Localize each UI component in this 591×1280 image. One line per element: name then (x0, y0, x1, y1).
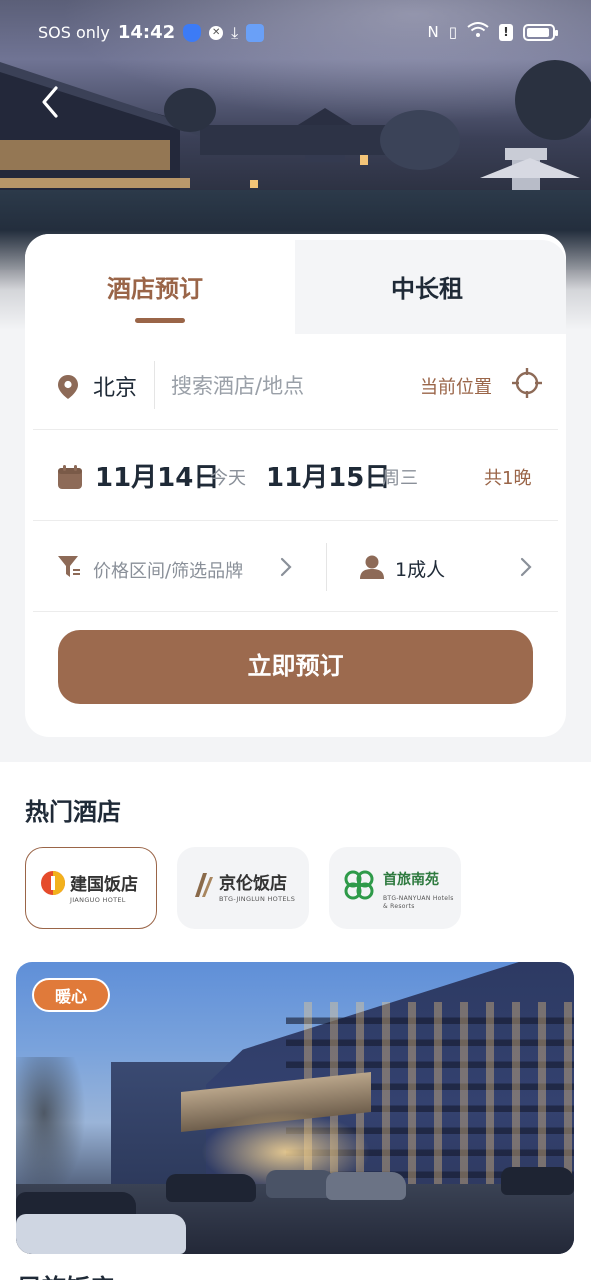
status-bar: SOS only 14:42 ✕ ⤓ N ▯ ! (0, 0, 591, 64)
divider (154, 361, 155, 409)
tab-hotel-booking-label[interactable]: 酒店预订 (107, 269, 203, 304)
clock: 14:42 (117, 22, 176, 43)
nfc-icon: N (427, 23, 439, 41)
check-in-date[interactable]: 11月14日 (95, 457, 219, 494)
nights-count: 共1晚 (484, 468, 532, 489)
search-input[interactable] (171, 366, 391, 406)
vibrate-icon: ▯ (448, 23, 457, 41)
carrier-text: SOS only (38, 23, 110, 42)
alert-icon: ! (499, 23, 513, 41)
booking-card: 酒店预订 中长租 北京 当前位置 11月14日 今天 11月15日 (25, 234, 566, 737)
chevron-left-icon (42, 86, 58, 118)
brand-jianguo[interactable]: 建国饭店 JIANGUO HOTEL (25, 847, 157, 929)
car (166, 1174, 256, 1202)
hotel-photo[interactable]: 暖心 (16, 962, 574, 1254)
check-out-day: 周三 (382, 468, 418, 489)
brand-name: 建国饭店 (70, 875, 138, 895)
car (501, 1167, 574, 1195)
brand-name: 京伦饭店 (219, 874, 287, 894)
promo-badge: 暖心 (32, 978, 110, 1012)
active-tab-indicator (135, 318, 185, 323)
date-row[interactable]: 11月14日 今天 11月15日 周三 共1晚 (33, 431, 558, 521)
person-icon (360, 555, 384, 579)
divider (326, 543, 327, 591)
current-location-label[interactable]: 当前位置 (420, 373, 492, 399)
shield-icon (183, 23, 202, 42)
brand-subtitle: BTG-JINGLUN HOTELS (219, 895, 296, 903)
locate-icon[interactable] (511, 367, 543, 399)
calendar-icon (58, 465, 82, 489)
section-title: 热门酒店 (25, 798, 121, 826)
brand-subtitle: BTG-NANYUAN Hotels & Resorts (383, 895, 454, 910)
location-pin-icon (58, 375, 78, 399)
location-row: 北京 当前位置 (33, 340, 558, 430)
filter-icon (58, 556, 80, 577)
chevron-right-icon[interactable] (519, 556, 533, 578)
close-circle-icon: ✕ (209, 25, 224, 40)
battery-icon (523, 23, 558, 41)
chevron-right-icon[interactable] (279, 556, 293, 578)
tab-long-stay-label[interactable]: 中长租 (391, 269, 463, 304)
hot-hotels-section: 热门酒店 建国饭店 JIANGUO HOTEL 京伦饭店 BTG-JINGLUN… (0, 762, 591, 1280)
car (16, 1214, 186, 1254)
guests-selector[interactable]: 1成人 (395, 555, 445, 582)
tab-bar: 酒店预订 中长租 (25, 234, 566, 334)
check-in-day: 今天 (210, 468, 246, 489)
nanyuan-logo-icon (344, 870, 374, 900)
check-out-date[interactable]: 11月15日 (266, 457, 390, 494)
brand-jinglun[interactable]: 京伦饭店 BTG-JINGLUN HOTELS (177, 847, 309, 929)
price-brand-filter[interactable]: 价格区间/筛选品牌 (93, 557, 243, 583)
wifi-icon (467, 22, 489, 42)
download-icon: ⤓ (231, 22, 239, 42)
car (326, 1172, 406, 1200)
jinglun-logo-icon (195, 873, 213, 897)
brand-subtitle: JIANGUO HOTEL (70, 896, 126, 904)
filter-row: 价格区间/筛选品牌 1成人 (33, 522, 558, 612)
app-notification-icon (246, 23, 265, 42)
brand-nanyuan[interactable]: 首旅南苑 BTG-NANYUAN Hotels & Resorts (329, 847, 461, 929)
book-now-button[interactable]: 立即预订 (58, 630, 533, 704)
jianguo-logo-icon (41, 871, 65, 895)
next-section-title: 民族饭店 (18, 1268, 114, 1280)
city-selector[interactable]: 北京 (93, 370, 137, 402)
back-button[interactable] (34, 82, 70, 122)
brand-name: 首旅南苑 (383, 872, 439, 888)
